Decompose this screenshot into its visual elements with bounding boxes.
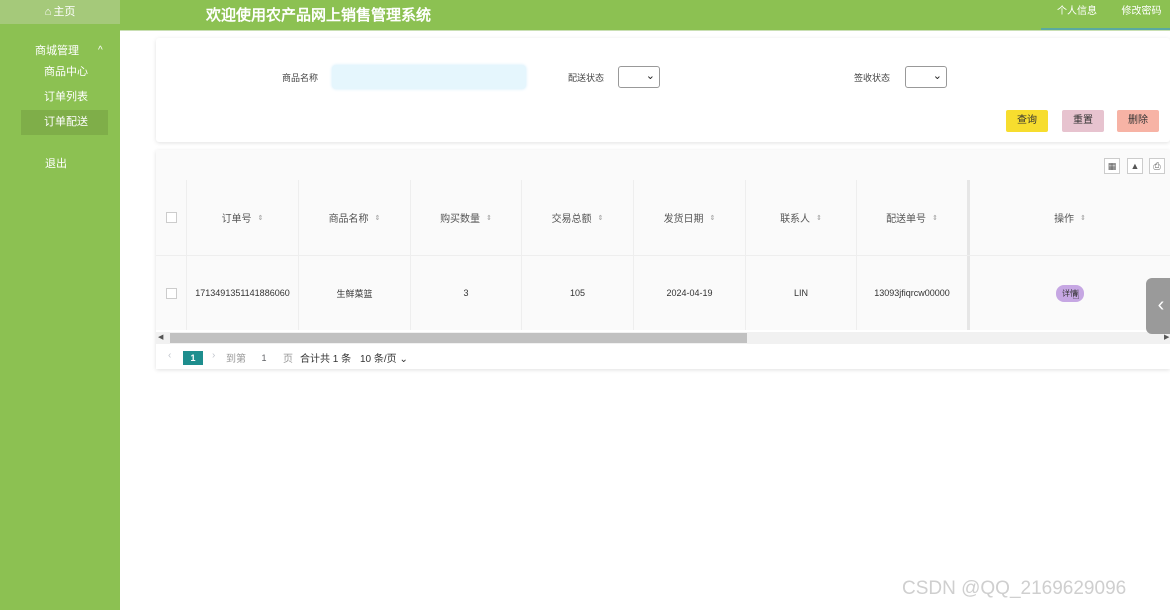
sidebar-group-label: 商城管理 [35,45,79,57]
sort-icon: ⇕ [709,214,716,222]
column-header-product[interactable]: 商品名称 ⇕ [299,180,411,255]
column-header-quantity[interactable]: 购买数量 ⇕ [411,180,522,255]
row-select-cell [156,256,187,330]
scroll-left-icon[interactable]: ◀ [158,333,163,341]
collapse-panel-tab[interactable]: ‹ [1146,278,1170,334]
column-header-order-no[interactable]: 订单号 ⇕ [187,180,299,255]
columns-icon[interactable]: ▦ [1104,158,1120,174]
table-panel: ▦ ▲ ⎙ 订单号 ⇕ 商品名称 ⇕ 购买数量 ⇕ 交易总额 ⇕ 发货日期 ⇕ 联系人 ⇕ … [156,150,1170,369]
scrollbar-thumb[interactable] [170,333,747,343]
site-title: 欢迎使用农产品网上销售管理系统 [206,7,432,24]
nav-personal-info[interactable]: 个人信息 [1041,0,1113,31]
sort-icon: ⇕ [816,214,822,222]
cell-contact: LIN [746,256,857,330]
chevron-down-icon: ⌄ [932,70,942,82]
reset-button[interactable]: 重置 [1062,110,1104,132]
export-icon[interactable]: ▲ [1127,158,1143,174]
sort-icon: ⇕ [374,214,381,222]
select-all-cell [156,180,187,255]
goto-label: 到第 [226,354,246,365]
page-unit-label: 页 [283,354,293,365]
sidebar: ⌂ 主页 商城管理 ^ 商品中心 订单列表 订单配送 退出 [0,0,120,610]
sort-icon: ⇕ [486,214,492,222]
select-all-checkbox[interactable] [165,212,177,223]
search-panel: 商品名称 配送状态 ⌄ 签收状态 ⌄ 查询 重置 删除 [156,38,1170,142]
sort-icon: ⇕ [1080,214,1086,222]
column-header-ship-date[interactable]: 发货日期 ⇕ [634,180,746,255]
column-header-action[interactable]: 操作 ⇕ [970,180,1170,255]
pagination: ‹ 1 › 到第 1 页 合计共 1 条 10 条/页 ⌄ [156,347,1170,367]
print-icon[interactable]: ⎙ [1149,158,1165,174]
delete-button[interactable]: 删除 [1117,110,1159,132]
cell-product: 生鲜菜篮 [299,256,411,330]
cell-ship-date: 2024-04-19 [634,256,746,330]
sidebar-item-logout[interactable]: 退出 [0,155,120,171]
next-page-icon[interactable]: › [212,350,215,361]
sidebar-home-label: 主页 [53,6,76,18]
pointer-hand-icon: ☝ [1072,286,1080,302]
cell-total: 105 [522,256,634,330]
sort-icon: ⇕ [257,214,264,222]
sign-status-label: 签收状态 [854,73,891,83]
table-toolbar: ▦ ▲ ⎙ [156,150,1170,180]
home-icon: ⌂ [44,6,52,18]
ship-status-label: 配送状态 [568,73,605,83]
sort-icon: ⇕ [932,214,938,222]
row-checkbox[interactable] [165,287,177,299]
chevron-down-icon: ⌄ [399,354,408,365]
sidebar-item-orders[interactable]: 订单列表 [0,85,120,110]
sort-icon: ⇕ [597,214,604,222]
header-divider [120,30,1170,31]
sidebar-home[interactable]: ⌂ 主页 [0,0,120,24]
product-name-label: 商品名称 [282,73,319,83]
cell-order-no: 1713491351141886060 [187,256,299,330]
column-header-tracking[interactable]: 配送单号 ⇕ [857,180,970,255]
chevron-up-icon: ^ [98,45,103,56]
current-page[interactable]: 1 [183,351,203,365]
watermark: CSDN @QQ_2169629096 [902,578,1127,599]
cell-action: 详情 ☝ [970,256,1170,330]
column-header-total[interactable]: 交易总额 ⇕ [522,180,634,255]
sidebar-item-delivery[interactable]: 订单配送 [21,110,108,135]
nav-change-password[interactable]: 修改密码 [1113,0,1170,31]
table-header: 订单号 ⇕ 商品名称 ⇕ 购买数量 ⇕ 交易总额 ⇕ 发货日期 ⇕ 联系人 ⇕ 配送单号 ⇕ … [156,180,1170,256]
chevron-left-icon: ‹ [1157,294,1165,316]
query-button[interactable]: 查询 [1006,110,1048,132]
prev-page-icon[interactable]: ‹ [168,350,171,361]
horizontal-scrollbar[interactable]: ◀ ▶ [156,332,1170,344]
header: 欢迎使用农产品网上销售管理系统 个人信息 修改密码 [120,0,1170,31]
cell-quantity: 3 [411,256,522,330]
sidebar-group-mall: 商城管理 ^ 商品中心 订单列表 订单配送 [0,42,120,135]
chevron-down-icon: ⌄ [645,70,655,82]
column-header-contact[interactable]: 联系人 ⇕ [746,180,857,255]
sidebar-item-products[interactable]: 商品中心 [0,60,120,85]
table-row: 1713491351141886060 生鲜菜篮 3 105 2024-04-1… [156,256,1170,330]
cell-tracking: 13093jfiqrcw00000 [857,256,970,330]
sign-status-select[interactable]: ⌄ [905,66,947,88]
page-size-select[interactable]: 10 条/页 ⌄ [360,350,408,365]
product-name-input[interactable] [332,65,526,89]
detail-button[interactable]: 详情 ☝ [1056,284,1084,302]
sidebar-group-title[interactable]: 商城管理 ^ [0,42,120,60]
scroll-right-icon[interactable]: ▶ [1164,333,1169,341]
ship-status-select[interactable]: ⌄ [618,66,660,88]
total-count: 合计共 1 条 [300,354,352,365]
goto-page-input[interactable]: 1 [256,351,272,365]
